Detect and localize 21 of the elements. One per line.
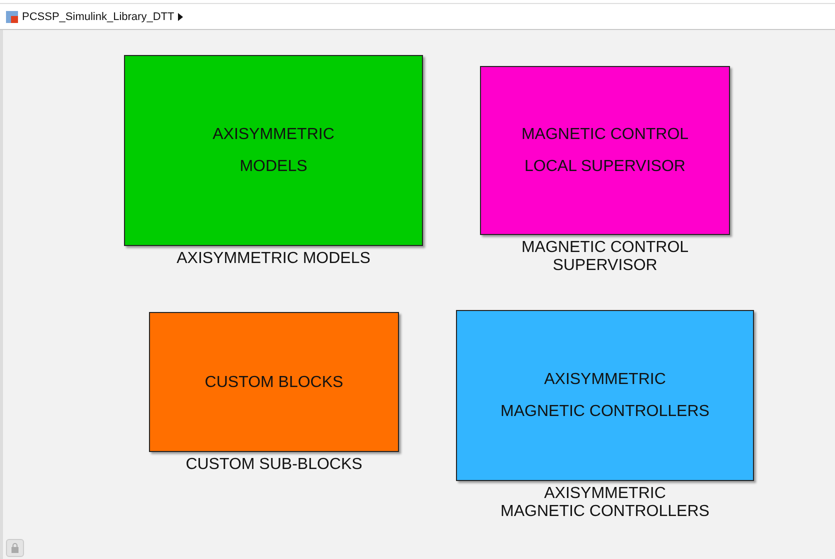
block-caption: MAGNETIC CONTROLLERS [500, 503, 710, 521]
block-label: AXISYMMETRIC [212, 125, 334, 145]
block-caption: SUPERVISOR [552, 257, 658, 275]
block-caption: AXISYMMETRIC [544, 485, 666, 503]
subsystem-block[interactable]: CUSTOM BLOCKS [149, 312, 399, 452]
block-caption: MAGNETIC CONTROL [521, 239, 689, 257]
model-icon [6, 10, 18, 22]
model-path[interactable]: PCSSP_Simulink_Library_DTT [22, 10, 174, 22]
subsystem-block[interactable]: AXISYMMETRIC MAGNETIC CONTROLLERS [456, 310, 754, 481]
arrow-icon[interactable] [178, 12, 184, 20]
block-label: AXISYMMETRIC [544, 370, 666, 390]
subsystem-block[interactable]: AXISYMMETRIC MODELS [124, 55, 423, 246]
subsystem-block[interactable]: MAGNETIC CONTROL LOCAL SUPERVISOR [480, 66, 730, 235]
block-caption: AXISYMMETRIC MODELS [176, 250, 370, 268]
block-caption: CUSTOM SUB-BLOCKS [186, 456, 362, 474]
block-label: LOCAL SUPERVISOR [524, 157, 686, 177]
lock-icon [11, 543, 19, 553]
block-label: CUSTOM BLOCKS [204, 372, 344, 392]
block-label: MAGNETIC CONTROL [521, 125, 689, 145]
block-label: MAGNETIC CONTROLLERS [500, 402, 710, 422]
block-label: MODELS [240, 157, 308, 177]
